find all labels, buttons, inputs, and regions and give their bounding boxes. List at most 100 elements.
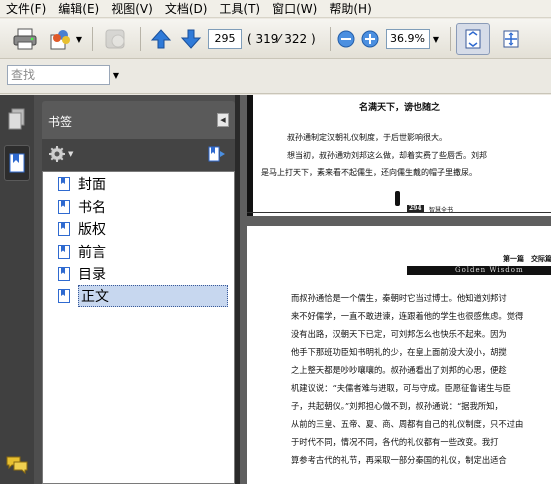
menu-tools[interactable]: 工具(T) [213, 0, 266, 18]
figure-illustration [395, 191, 400, 206]
bookmark-icon [58, 222, 70, 236]
collaborate-button[interactable]: ▼ [46, 23, 84, 55]
page-text-line: 之上整天都是吵吵嚷嚷的。叔孙通看出了刘邦的心思，便趁 [291, 365, 507, 375]
options-menu-button[interactable]: ▼ [48, 145, 73, 163]
expand-bookmark-button[interactable] [207, 145, 227, 166]
navigation-pane-strip [0, 95, 34, 484]
fit-page-icon [465, 29, 481, 49]
menu-view[interactable]: 视图(V) [105, 0, 159, 18]
chapter-banner: Golden Wisdom [407, 266, 551, 275]
footer-rule [247, 212, 551, 213]
zoom-in-icon [361, 30, 379, 48]
gear-icon [49, 146, 65, 162]
bookmark-page-icon [9, 153, 25, 173]
bookmarks-toolbar: ▼ [42, 139, 235, 171]
bookmark-icon [58, 177, 70, 191]
bookmark-icon [58, 200, 70, 214]
bookmark-item[interactable]: 书名 [58, 197, 106, 217]
bookmark-label: 前言 [78, 245, 106, 261]
zoom-in-button[interactable] [360, 23, 380, 55]
page-text-line: 没有出路，汉朝天下已定，可刘邦怎么也快乐不起来。因为 [291, 329, 507, 339]
bookmark-label: 书名 [78, 200, 106, 216]
bookmark-item[interactable]: 前言 [58, 242, 106, 262]
chevron-left-icon: ◀ [220, 116, 226, 124]
toolbar: ▼ 295 ( 319⁄ 322 ) 36.9% ▼ [0, 19, 551, 59]
chevron-down-icon: ▼ [432, 34, 440, 44]
comments-panel-button[interactable] [4, 453, 30, 477]
page-number-input[interactable]: 295 [208, 29, 242, 49]
document-page: 名满天下，谤也随之 叔孙通制定汉朝礼仪制度，于后世影响很大。 想当初，叔孙通劝刘… [247, 95, 551, 216]
search-bar: 查找 ▼ [0, 60, 551, 94]
page-text-line: 想当初，叔孙通劝刘邦这么做，却着实费了些唇舌。刘邦 [287, 151, 487, 160]
zoom-level-input[interactable]: 36.9% [386, 29, 430, 49]
bookmark-label: 封面 [78, 177, 106, 193]
zoom-dropdown-button[interactable]: ▼ [430, 29, 442, 49]
document-page: 第一篇 交际篇 Golden Wisdom 而叔孙通恰是一个儒生，秦朝时它当过博… [247, 226, 551, 484]
arrow-up-icon [150, 29, 172, 49]
bookmarks-panel: 书签 ◀ ▼ 封面 书名 版权 前言 目录 正文 [34, 95, 239, 484]
fit-width-button[interactable] [496, 23, 526, 55]
page-text-line: 机建议说：“夫儒者难与进取，可与守成。臣愿征鲁诸生与臣 [291, 383, 511, 393]
page-text-line: 算参考古代的礼节，再采取一部分秦国的礼仪，制定出适合 [291, 455, 507, 465]
bookmark-label: 目录 [78, 267, 106, 283]
bookmarks-panel-header: 书签 ◀ [42, 101, 235, 139]
bookmarks-panel-button[interactable] [4, 145, 30, 181]
search-input[interactable]: 查找 [7, 65, 110, 85]
comments-icon [6, 456, 28, 475]
bookmark-icon [58, 267, 70, 281]
fit-page-button[interactable] [456, 23, 490, 55]
toolbar-separator [92, 27, 93, 51]
page-text-line: 是马上打天下，素来看不起儒生，还向儒生戴的帽子里撒尿。 [261, 168, 477, 177]
chevron-down-icon: ▼ [75, 34, 83, 44]
review-icon [105, 29, 125, 49]
pages-icon [8, 108, 25, 130]
page-text-line: 子，共起朝仪。”刘邦担心做不到，叔孙通说：“据我所知， [291, 401, 503, 411]
bookmark-item-selected[interactable]: 正文 [58, 285, 228, 307]
page-text-line: 而叔孙通恰是一个儒生，秦朝时它当过博士。他知道刘邦讨 [291, 293, 507, 303]
menu-document[interactable]: 文档(D) [159, 0, 214, 18]
bookmark-item[interactable]: 目录 [58, 264, 106, 284]
arrow-down-icon [180, 29, 202, 49]
bookmark-label: 正文 [78, 285, 228, 307]
bookmark-icon [58, 289, 70, 303]
zoom-out-button[interactable] [336, 23, 356, 55]
page-number: 294 [407, 205, 424, 212]
printer-icon [13, 28, 37, 50]
document-view[interactable]: 名满天下，谤也随之 叔孙通制定汉朝礼仪制度，于后世影响很大。 想当初，叔孙通劝刘… [240, 95, 551, 484]
page-text-line: 他手下那班功臣知书明礼的少，在皇上面前没大没小，胡搅 [291, 347, 507, 357]
menu-help[interactable]: 帮助(H) [323, 0, 377, 18]
expand-bookmark-icon [208, 146, 225, 162]
menu-bar: 文件(F) 编辑(E) 视图(V) 文档(D) 工具(T) 窗口(W) 帮助(H… [0, 0, 551, 18]
review-button[interactable] [100, 23, 132, 55]
previous-page-button[interactable] [148, 23, 174, 55]
bookmarks-panel-title: 书签 [48, 115, 73, 129]
menu-window[interactable]: 窗口(W) [266, 0, 323, 18]
bookmark-item[interactable]: 封面 [58, 174, 106, 194]
search-dropdown-button[interactable]: ▼ [111, 65, 121, 85]
toolbar-separator [140, 27, 141, 51]
chevron-down-icon: ▼ [68, 150, 74, 158]
page-text-line: 来不好儒学，一直不敢进谏，连跟着他的学生也很感焦虑。觉得 [291, 311, 524, 321]
menu-file[interactable]: 文件(F) [0, 0, 52, 18]
bookmark-item[interactable]: 版权 [58, 219, 106, 239]
page-footer-text: 智慧全书 [429, 207, 454, 214]
toolbar-separator [330, 27, 331, 51]
fit-width-icon [503, 30, 519, 48]
bookmark-label: 版权 [78, 222, 106, 238]
bookmarks-list: 封面 书名 版权 前言 目录 正文 [42, 171, 235, 484]
toolbar-separator [450, 27, 451, 51]
next-page-button[interactable] [178, 23, 204, 55]
chapter-header: 第一篇 交际篇 [503, 254, 551, 263]
pages-panel-button[interactable] [4, 101, 30, 137]
page-text-line: 于时代不同，情况不同，各代的礼仪都有一些改变。我打 [291, 437, 499, 447]
menu-edit[interactable]: 编辑(E) [52, 0, 105, 18]
page-text-line: 从前的三皇、五帝、夏、商、周都有自己的礼仪制度，只不过由 [291, 419, 524, 429]
page-count-label: ( 319⁄ 322 ) [247, 32, 316, 46]
print-button[interactable] [10, 23, 40, 55]
page-heading: 名满天下，谤也随之 [359, 103, 441, 113]
page-text-line: 叔孙通制定汉朝礼仪制度，于后世影响很大。 [287, 133, 447, 142]
page-edge [247, 95, 253, 216]
collapse-panel-button[interactable]: ◀ [217, 113, 229, 127]
zoom-out-icon [337, 30, 355, 48]
bookmark-icon [58, 245, 70, 259]
